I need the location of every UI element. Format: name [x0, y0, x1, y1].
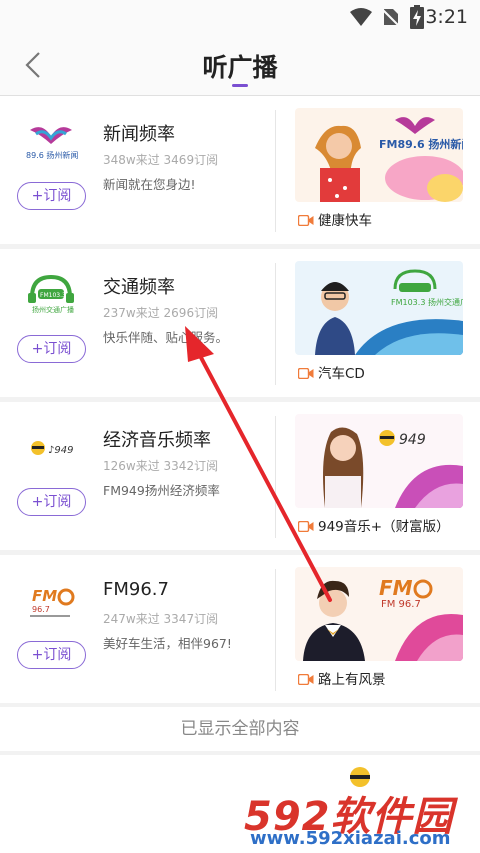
program-thumbnail[interactable]: FM FM 96.7	[295, 567, 463, 661]
svg-text:FM103.3: FM103.3	[40, 292, 66, 299]
watermark: 592软件园 www.592xiazai.com	[240, 780, 480, 853]
status-time: 3:21	[425, 6, 468, 28]
program-name[interactable]: 路上有风景	[298, 668, 386, 688]
station-stats: 237w来过 2696订阅	[103, 306, 219, 320]
app-header: 听广播	[0, 34, 480, 96]
station-stats: 247w来过 3347订阅	[103, 612, 219, 626]
station-stats: 348w来过 3469订阅	[103, 153, 219, 167]
station-desc: 美好车生活，相伴967!	[103, 636, 232, 651]
subscribe-button[interactable]: +订阅	[17, 335, 86, 363]
program-label: 汽车CD	[318, 366, 365, 382]
station-name: 新闻频率	[103, 124, 175, 145]
station-card-fm967[interactable]: FM 96.7 FM96.7 247w来过 3347订阅 美好车生活，相伴967…	[0, 555, 480, 703]
station-logo: 89.6 扬州新闻	[26, 127, 78, 160]
station-card-news[interactable]: 89.6 扬州新闻 新闻频率 348w来过 3469订阅 新闻就在您身边! +订…	[0, 96, 480, 244]
program-thumbnail[interactable]: FM89.6 扬州新闻广播	[295, 108, 463, 202]
station-logo: ♪949	[31, 441, 73, 456]
svg-text:89.6 扬州新闻: 89.6 扬州新闻	[26, 150, 78, 160]
wifi-icon	[350, 8, 372, 26]
status-bar: 3:21	[0, 0, 480, 34]
station-card-music[interactable]: ♪949 经济音乐频率 126w来过 3342订阅 FM949扬州经济频率 +订…	[0, 402, 480, 550]
divider	[275, 110, 276, 232]
no-sim-icon	[381, 8, 400, 27]
station-desc: 新闻就在您身边!	[103, 177, 196, 192]
divider	[275, 569, 276, 691]
station-stats: 126w来过 3342订阅	[103, 459, 219, 473]
program-name[interactable]: 949音乐+（财富版）	[298, 515, 450, 535]
video-camera-icon	[298, 215, 314, 226]
subscribe-button[interactable]: +订阅	[17, 488, 86, 516]
watermark-url: www.592xiazai.com	[250, 828, 451, 849]
video-camera-icon	[298, 521, 314, 532]
video-camera-icon	[298, 368, 314, 379]
station-card-traffic[interactable]: FM103.3 扬州交通广播 交通频率 237w来过 2696订阅 快乐伴随、贴…	[0, 249, 480, 397]
station-logo: FM 96.7	[30, 587, 75, 617]
program-name[interactable]: 汽车CD	[298, 362, 365, 382]
station-name: 交通频率	[103, 277, 175, 298]
program-name[interactable]: 健康快车	[298, 209, 372, 229]
station-name: FM96.7	[103, 579, 169, 600]
svg-text:96.7: 96.7	[32, 605, 50, 614]
page-title: 听广播	[202, 53, 278, 82]
program-label: 路上有风景	[318, 672, 386, 688]
end-of-list-note: 已显示全部内容	[0, 707, 480, 751]
station-desc: 快乐伴随、贴心服务。	[103, 330, 229, 345]
svg-text:FM: FM	[379, 576, 413, 600]
svg-text:FM: FM	[32, 587, 57, 605]
video-camera-icon	[298, 674, 314, 685]
subscribe-button[interactable]: +订阅	[17, 182, 86, 210]
thumb-brand-text: 949	[399, 432, 426, 448]
battery-charging-icon	[410, 5, 424, 29]
station-desc: FM949扬州经济频率	[103, 483, 220, 498]
svg-text:扬州交通广播: 扬州交通广播	[32, 305, 74, 314]
divider	[275, 263, 276, 385]
station-logo: FM103.3 扬州交通广播	[28, 275, 74, 314]
thumb-brand-text: FM89.6 扬州新闻广播	[379, 137, 463, 151]
thumb-brand-text: FM 96.7	[381, 599, 421, 610]
program-thumbnail[interactable]: 949	[295, 414, 463, 508]
program-thumbnail[interactable]: FM103.3 扬州交通广播	[295, 261, 463, 355]
divider	[275, 416, 276, 538]
title-indicator	[232, 84, 248, 87]
program-label: 健康快车	[318, 213, 372, 229]
program-label: 949音乐+（财富版）	[318, 519, 450, 535]
station-name: 经济音乐频率	[103, 430, 211, 451]
svg-text:♪949: ♪949	[48, 445, 73, 456]
thumb-brand-text: FM103.3 扬州交通广播	[391, 297, 463, 307]
subscribe-button[interactable]: +订阅	[17, 641, 86, 669]
